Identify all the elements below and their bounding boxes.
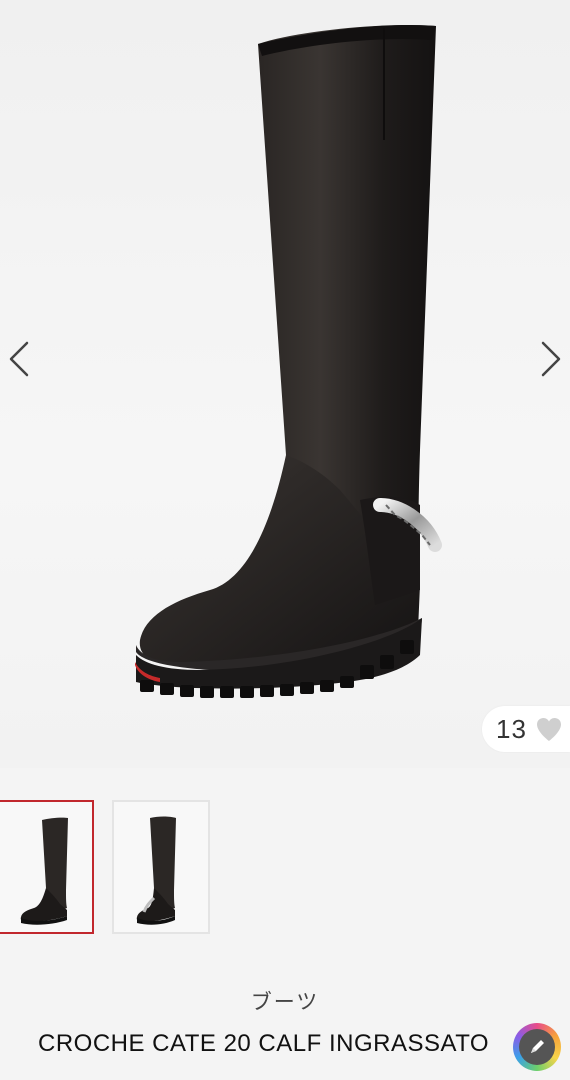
- thumbnail-image: [20, 817, 68, 925]
- product-category: ブーツ: [250, 991, 320, 1014]
- thumbnail-image: [136, 816, 176, 925]
- product-image-boot: [135, 24, 442, 698]
- like-count: 13: [496, 713, 527, 744]
- heart-icon: [536, 718, 561, 741]
- product-image-gallery[interactable]: 13: [0, 0, 570, 768]
- product-name: CROCHE CATE 20 CALF INGRASSATO: [38, 1030, 490, 1057]
- edit-button-inner: [519, 1029, 555, 1065]
- prev-image-button[interactable]: [0, 336, 36, 382]
- pencil-icon: [531, 1040, 544, 1053]
- thumbnail-strip: [0, 800, 570, 934]
- next-image-button[interactable]: [534, 336, 570, 382]
- thumbnail-back-view[interactable]: [112, 800, 210, 934]
- chevron-right-icon: [541, 341, 561, 377]
- chevron-left-icon: [9, 341, 29, 377]
- edit-button[interactable]: [513, 1023, 561, 1071]
- like-button[interactable]: 13: [482, 706, 570, 752]
- thumbnail-side-view[interactable]: [0, 800, 94, 934]
